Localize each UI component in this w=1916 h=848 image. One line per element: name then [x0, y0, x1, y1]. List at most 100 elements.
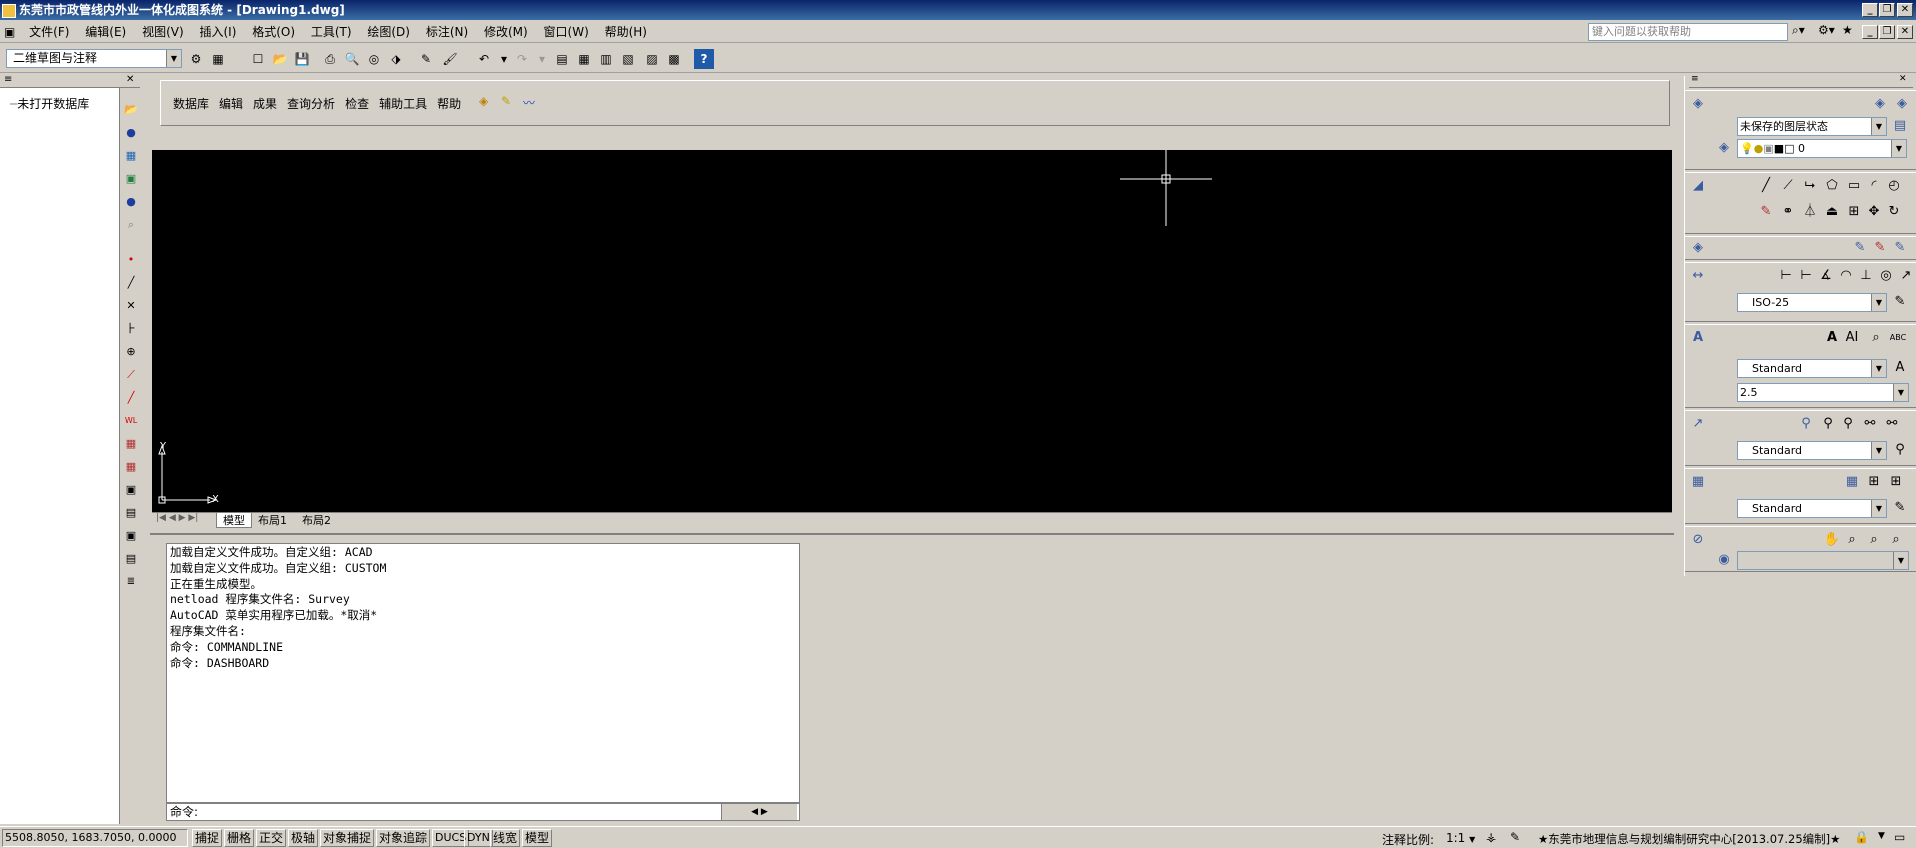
help-search-input[interactable]: 键入问题以获取帮助: [1588, 23, 1788, 41]
chevron-down-icon[interactable]: ▼: [1893, 552, 1908, 569]
move-icon[interactable]: ✥: [1865, 203, 1883, 221]
insert-icon[interactable]: ▣: [123, 528, 139, 544]
status-menu-icon[interactable]: ▼: [1878, 831, 1885, 841]
doc-icon[interactable]: ▣: [0, 21, 19, 43]
match-properties-icon[interactable]: 🖌: [440, 49, 460, 69]
doc-close-button[interactable]: ✕: [1897, 25, 1913, 39]
named-view-icon[interactable]: ◉: [1715, 551, 1733, 569]
chevron-down-icon[interactable]: ▼: [1871, 360, 1886, 377]
osnap-button[interactable]: 对象捕捉: [320, 829, 375, 847]
menu-help[interactable]: 帮助(H): [599, 21, 653, 43]
node-icon[interactable]: ⊕: [123, 344, 139, 360]
info-icon[interactable]: ●: [123, 125, 139, 141]
layers-tool-icon[interactable]: ◈: [479, 94, 488, 108]
tool-palettes-icon[interactable]: ▥: [596, 49, 616, 69]
communication-icon[interactable]: ⚙▾: [1818, 23, 1835, 37]
line-icon[interactable]: ╱: [123, 275, 139, 291]
grid-button[interactable]: 栅格: [224, 829, 255, 847]
drawing-canvas[interactable]: Y X: [152, 150, 1672, 512]
survey-menu-help[interactable]: 帮助: [437, 95, 461, 112]
menu-file[interactable]: 文件(F): [23, 21, 75, 43]
polygon-icon[interactable]: ⬠: [1823, 177, 1841, 195]
ordinate-dim-icon[interactable]: ⊥: [1857, 267, 1875, 285]
arc-dim-icon[interactable]: ◠: [1837, 267, 1855, 285]
rotate-icon[interactable]: ↻: [1885, 203, 1903, 221]
coordinate-display[interactable]: 5508.8050, 1683.7050, 0.0000: [2, 829, 188, 847]
workspace-settings-icon[interactable]: ⚙: [186, 49, 206, 69]
pipe-icon[interactable]: ╱: [123, 390, 139, 406]
mleader-style-manager-icon[interactable]: ⚲: [1891, 441, 1909, 459]
connect-icon[interactable]: ⟋: [123, 367, 139, 383]
tab-nav-arrows[interactable]: |◀ ◀ ▶ ▶|: [156, 513, 198, 523]
lock-icon[interactable]: 🔒: [1854, 830, 1869, 844]
table-tool-icon[interactable]: ⊞: [1865, 473, 1883, 491]
draw-order-icon[interactable]: ✎: [1757, 203, 1775, 221]
globe-icon[interactable]: ●: [123, 194, 139, 210]
survey-menu-query[interactable]: 查询分析: [287, 95, 335, 112]
annotation-scale-dropdown[interactable]: 1:1 ▼: [1446, 831, 1475, 845]
menu-insert[interactable]: 插入(I): [193, 21, 242, 43]
tab-layout2[interactable]: 布局2: [296, 513, 337, 528]
undo-icon[interactable]: ↶: [474, 49, 494, 69]
save-layer-state-icon[interactable]: ▤: [1891, 117, 1909, 135]
new-file-icon[interactable]: ☐: [248, 49, 268, 69]
restore-button[interactable]: ❐: [1879, 3, 1895, 17]
close-button[interactable]: ✕: [1897, 3, 1913, 17]
rectangle-icon[interactable]: ▭: [1845, 177, 1863, 195]
pan-icon[interactable]: ✋: [1823, 531, 1841, 549]
sheet-set-icon[interactable]: ▧: [618, 49, 638, 69]
dim-style-dropdown[interactable]: ISO-25 ▼: [1737, 293, 1887, 312]
dyn-button[interactable]: DYN: [464, 829, 493, 847]
frame-icon[interactable]: ▣: [123, 482, 139, 498]
chevron-down-icon[interactable]: ▼: [1891, 140, 1906, 157]
find-text-icon[interactable]: ⌕: [1867, 329, 1885, 347]
open-file-icon[interactable]: 📂: [270, 49, 290, 69]
favorites-icon[interactable]: ★: [1842, 23, 1853, 37]
table-style-manager-icon[interactable]: ✎: [1891, 499, 1909, 517]
markup-icon[interactable]: ▨: [642, 49, 662, 69]
annotation-visibility-icon[interactable]: ⚶: [1486, 830, 1496, 844]
radius-dim-icon[interactable]: ◎: [1877, 267, 1895, 285]
arc-icon[interactable]: ◜: [1865, 177, 1883, 195]
chevron-down-icon[interactable]: ▼: [1893, 384, 1908, 401]
delete-icon[interactable]: ✕: [123, 298, 139, 314]
circle-icon[interactable]: ◴: [1885, 177, 1903, 195]
minimize-button[interactable]: _: [1862, 3, 1878, 17]
survey-menu-check[interactable]: 检查: [345, 95, 369, 112]
collect-leader-icon[interactable]: ⚯: [1883, 415, 1901, 433]
layer-dropdown[interactable]: 💡●▣■□ 0 ▼: [1737, 139, 1907, 158]
multiline-text-icon[interactable]: A: [1823, 329, 1841, 347]
menu-edit[interactable]: 编辑(E): [79, 21, 132, 43]
grip-icon[interactable]: ≡: [4, 74, 12, 85]
properties-icon[interactable]: ▤: [552, 49, 572, 69]
survey-menu-edit[interactable]: 编辑: [219, 95, 243, 112]
menu-window[interactable]: 窗口(W): [538, 21, 595, 43]
zoom-window-icon[interactable]: ⌕: [1865, 531, 1883, 549]
app-icon[interactable]: [2, 3, 16, 18]
chevron-down-icon[interactable]: ▼: [1871, 442, 1886, 459]
spell-check-icon[interactable]: ABC: [1889, 329, 1907, 347]
redo-icon[interactable]: ↷: [512, 49, 532, 69]
single-line-text-icon[interactable]: AI: [1843, 329, 1861, 347]
3d-tool3-icon[interactable]: ✎: [1891, 239, 1909, 257]
map-sheet-icon[interactable]: ▦: [123, 459, 139, 475]
grid-icon[interactable]: ▦: [123, 436, 139, 452]
snap-button[interactable]: 捕捉: [192, 829, 223, 847]
publish-icon[interactable]: ◎: [364, 49, 384, 69]
model-button[interactable]: 模型: [522, 829, 553, 847]
multileader-icon[interactable]: ⚲: [1797, 415, 1815, 433]
break-icon[interactable]: ⺊: [123, 321, 139, 337]
aligned-dim-icon[interactable]: ⊢: [1797, 267, 1815, 285]
redo-dropdown-icon[interactable]: ▾: [532, 49, 552, 69]
workspace-dropdown[interactable]: 二维草图与注释 ▼: [6, 49, 182, 68]
chevron-down-icon[interactable]: ▼: [1469, 835, 1475, 844]
palette-close-icon[interactable]: ✕: [1899, 74, 1907, 84]
command-history[interactable]: 加载自定义文件成功。自定义组: ACAD 加载自定义文件成功。自定义组: CUS…: [166, 543, 800, 803]
3d-publish-icon[interactable]: ⬗: [386, 49, 406, 69]
text-style-dropdown[interactable]: Standard ▼: [1737, 359, 1887, 378]
survey-menu-tools[interactable]: 辅助工具: [379, 95, 427, 112]
chevron-down-icon[interactable]: ▼: [1871, 294, 1886, 311]
label-icon[interactable]: WL: [123, 413, 139, 429]
otrack-button[interactable]: 对象追踪: [376, 829, 431, 847]
menu-dimension[interactable]: 标注(N): [420, 21, 474, 43]
